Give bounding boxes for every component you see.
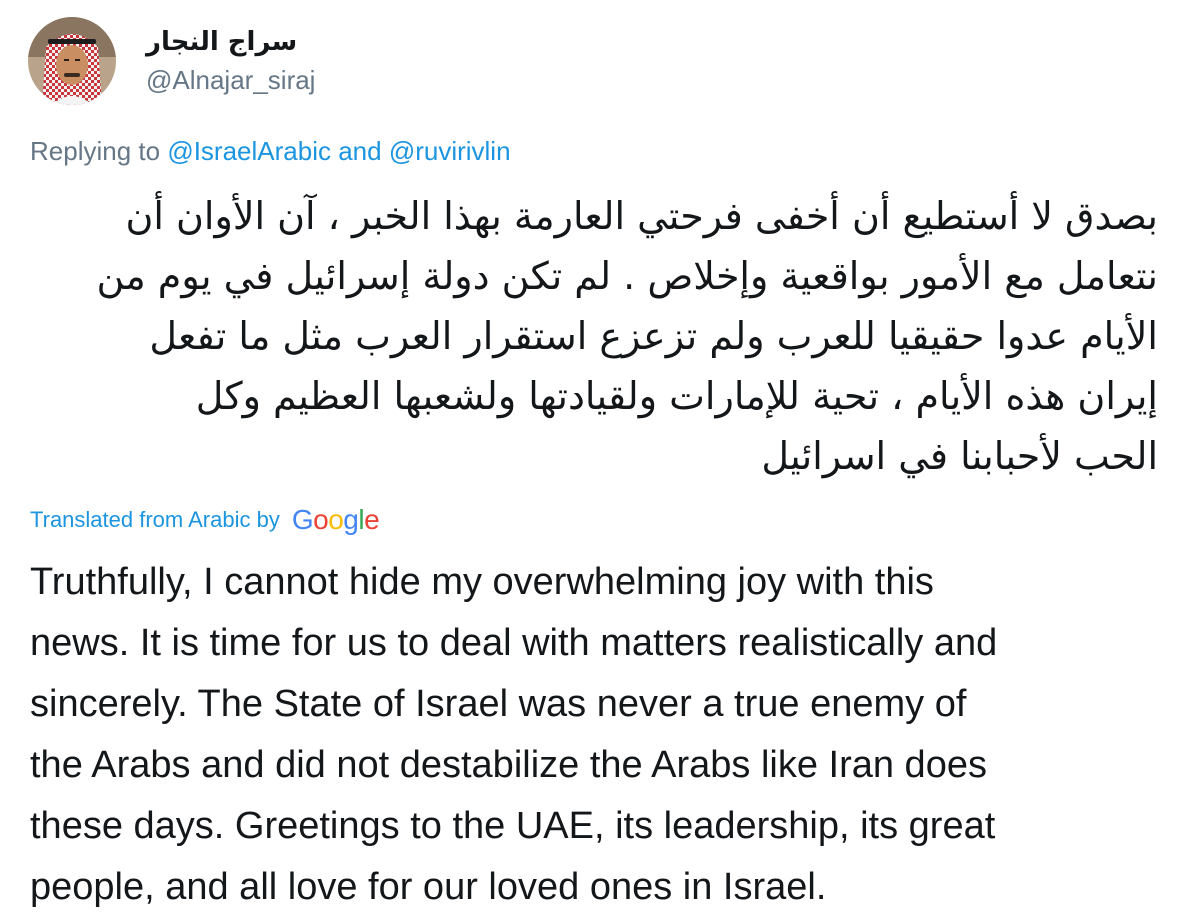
user-avatar-photo-icon xyxy=(28,17,116,105)
google-letter: e xyxy=(364,504,380,535)
translation-line: Truthfully, I cannot hide my overwhelmin… xyxy=(30,561,934,603)
translation-line: news. It is time for us to deal with mat… xyxy=(30,622,998,664)
tweet-text-arabic: بصدق لا أستطيع أن أخفى فرحتي العارمة بهذ… xyxy=(30,186,1158,486)
arabic-line: نتعامل مع الأمور بواقعية وإخلاص . لم تكن… xyxy=(96,254,1158,298)
mention-israelarabic[interactable]: @IsraelArabic xyxy=(167,136,331,166)
translation-line: sincerely. The State of Israel was never… xyxy=(30,683,967,725)
google-letter: o xyxy=(328,504,344,535)
google-logo: Google xyxy=(291,503,380,537)
arabic-line: بصدق لا أستطيع أن أخفى فرحتي العارمة بهذ… xyxy=(125,194,1158,238)
google-letter: g xyxy=(343,504,359,535)
google-letter: o xyxy=(313,504,329,535)
replying-to: Replying to @IsraelArabic and @ruvirivli… xyxy=(30,134,511,168)
translation-line: these days. Greetings to the UAE, its le… xyxy=(30,805,996,847)
mention-connector: and xyxy=(330,136,389,166)
translated-label[interactable]: Translated from Arabic by xyxy=(30,503,280,537)
mention-ruvirivlin[interactable]: @ruvirivlin xyxy=(389,136,511,166)
arabic-line: الأيام عدوا حقيقيا للعرب ولم تزعزع استقر… xyxy=(149,314,1158,358)
google-letter: G xyxy=(291,504,314,535)
avatar[interactable] xyxy=(28,17,116,105)
arabic-line: الحب لأحبابنا في اسرائيل xyxy=(761,434,1158,478)
arabic-line: إيران هذه الأيام ، تحية للإمارات ولقيادت… xyxy=(195,374,1158,418)
translation-attribution[interactable]: Translated from Arabic by Google xyxy=(30,503,380,537)
translation-line: people, and all love for our loved ones … xyxy=(30,866,827,908)
author-handle[interactable]: @Alnajar_siraj xyxy=(146,63,315,97)
tweet-text-translation: Truthfully, I cannot hide my overwhelmin… xyxy=(30,552,1180,918)
author-display-name[interactable]: سراج النجار xyxy=(146,25,315,59)
translation-line: the Arabs and did not destabilize the Ar… xyxy=(30,744,987,786)
replying-prefix: Replying to xyxy=(30,136,168,166)
tweet-header: سراج النجار @Alnajar_siraj xyxy=(28,16,315,106)
tweet-card: سراج النجار @Alnajar_siraj Replying to @… xyxy=(0,0,1186,922)
author-names: سراج النجار @Alnajar_siraj xyxy=(146,25,315,97)
